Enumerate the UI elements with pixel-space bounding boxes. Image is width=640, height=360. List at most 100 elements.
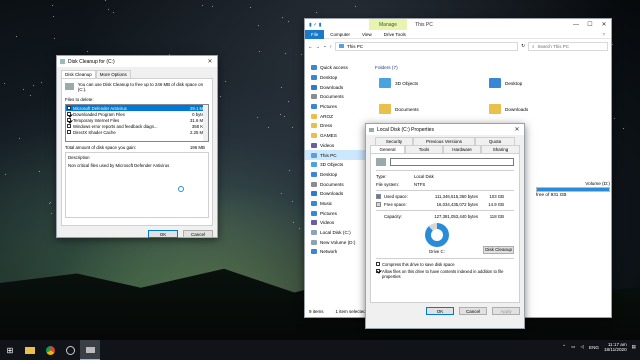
tab-tools[interactable]: Tools [405, 145, 443, 153]
search-input[interactable]: ⌕ Search This PC [528, 41, 608, 51]
tab-general[interactable]: General [370, 145, 405, 153]
cleanup-intro: You can use Disk Cleanup to free up to 2… [77, 82, 204, 92]
tab-disk-cleanup[interactable]: Disk Cleanup [61, 70, 96, 78]
nav-item[interactable]: Downloads [305, 189, 368, 199]
nav-item[interactable]: Documents [305, 179, 368, 189]
address-bar[interactable]: This PC [335, 41, 519, 51]
forward-icon[interactable]: → [316, 44, 321, 49]
list-item[interactable]: Windows error reports and feedback diagn… [66, 123, 208, 129]
list-item[interactable]: Temporary Internet Files 31.6 MB [66, 117, 208, 123]
apply-button[interactable]: Apply [492, 307, 520, 315]
drive-d-tile[interactable]: Volume (D:) free of 931 GB [536, 181, 610, 197]
nav-item[interactable]: Documents [305, 92, 368, 102]
nav-item-icon [311, 171, 317, 177]
cancel-button[interactable]: Cancel [459, 307, 487, 315]
used-bytes: 111,346,615,360 bytes [434, 194, 478, 200]
navigation-pane: Quick access Desktop Downloads Documents Pic… [305, 63, 368, 305]
ok-button[interactable]: OK [426, 307, 454, 315]
files-list[interactable]: Microsoft Defender Antivirus 29.1 MB Downl… [65, 104, 209, 142]
nav-item[interactable]: GAMES [305, 131, 368, 141]
nav-item[interactable]: Dress [305, 121, 368, 131]
maximize-icon[interactable]: ☐ [583, 19, 597, 30]
item-checkbox[interactable] [67, 106, 71, 110]
ribbon-drive-tools[interactable]: Drive Tools [378, 32, 412, 37]
star [107, 8, 109, 10]
compress-checkbox[interactable] [376, 262, 380, 266]
close-icon[interactable]: ✕ [203, 56, 217, 67]
nav-item[interactable]: Desktop [305, 73, 368, 83]
tab-previous-versions[interactable]: Previous Versions [413, 137, 475, 145]
disk-cleanup-taskbar-icon[interactable] [80, 340, 100, 360]
tab-security[interactable]: Security [375, 137, 413, 145]
notifications-icon[interactable]: ▤ [632, 344, 636, 350]
star [354, 5, 356, 7]
tab-more-options[interactable]: More Options [95, 70, 131, 78]
folder-downloads[interactable]: Downloads [489, 104, 528, 114]
up-icon[interactable]: ↑ [330, 44, 332, 49]
nav-item[interactable]: Downloads [305, 82, 368, 92]
nav-item-icon [311, 133, 317, 139]
nav-item[interactable]: Music [305, 199, 368, 209]
ribbon-view[interactable]: View [356, 32, 378, 37]
clock[interactable]: 11:17 am 18/11/2020 [604, 342, 627, 352]
nav-item[interactable]: Videos [305, 141, 368, 151]
chevron-up-icon[interactable]: ⌃ [562, 344, 566, 350]
item-checkbox[interactable] [67, 112, 71, 116]
language-indicator[interactable]: ENG [589, 345, 599, 350]
manage-tab[interactable]: Manage [369, 19, 408, 30]
ribbon-file[interactable]: File [305, 29, 325, 39]
cancel-button[interactable]: Cancel [183, 230, 213, 238]
nav-item[interactable]: New Volume (D:) [305, 237, 368, 247]
folder-desktop[interactable]: Desktop [489, 78, 522, 88]
address-row: ← → ⌄ ↑ This PC ↻ ⌕ Search This PC [305, 39, 611, 53]
tab-quota[interactable]: Quota [475, 137, 515, 145]
minimize-icon[interactable]: — [569, 19, 583, 30]
nav-item[interactable]: Videos [305, 218, 368, 228]
start-windows-icon[interactable]: ⊞ [0, 340, 20, 360]
folder-documents[interactable]: Documents [379, 104, 419, 114]
nav-item[interactable]: Local Disk (C:) [305, 228, 368, 238]
item-checkbox[interactable] [67, 124, 71, 128]
explorer-quick-icons[interactable]: ▮ ✓ ▮ [309, 22, 329, 28]
nav-item[interactable]: 3D Objects [305, 160, 368, 170]
close-icon[interactable]: ✕ [510, 124, 524, 135]
drive-d-free: free of 931 GB [536, 192, 567, 197]
nav-item[interactable]: Network [305, 247, 368, 257]
ok-button[interactable]: OK [148, 230, 178, 238]
disk-cleanup-button[interactable]: Disk Cleanup [483, 245, 514, 254]
nav-item[interactable]: Quick access [305, 63, 368, 73]
chrome-icon[interactable] [40, 340, 60, 360]
close-icon[interactable]: ✕ [597, 19, 611, 30]
folder-3d-objects[interactable]: 3D Objects [379, 78, 418, 88]
item-checkbox[interactable] [67, 130, 71, 134]
network-icon[interactable]: ▭ [571, 344, 575, 350]
index-checkbox[interactable] [376, 268, 380, 273]
help-icon[interactable]: ? [596, 32, 611, 37]
item-checkbox[interactable] [67, 118, 71, 122]
folders-group-header[interactable]: Folders (7) [371, 63, 611, 72]
tab-hardware[interactable]: Hardware [443, 145, 481, 153]
nav-item[interactable]: Pictures [305, 102, 368, 112]
recent-icon[interactable]: ⌄ [323, 43, 327, 49]
nav-item-icon [311, 113, 317, 119]
cleanup-titlebar[interactable]: Disk Cleanup for (C:) ✕ [57, 56, 217, 67]
ribbon-computer[interactable]: Computer [324, 32, 356, 37]
star [283, 116, 285, 118]
list-item[interactable]: Downloaded Program Files 0 bytes [66, 111, 208, 117]
list-item[interactable]: DirectX Shader Cache 2.25 MB [66, 129, 208, 135]
list-item[interactable]: Microsoft Defender Antivirus 29.1 MB [66, 105, 208, 111]
props-titlebar[interactable]: Local Disk (C:) Properties ✕ [366, 124, 524, 135]
volume-icon[interactable]: ◁ [580, 344, 584, 350]
list-scrollbar[interactable] [203, 105, 208, 141]
refresh-icon[interactable]: ↻ [521, 43, 525, 49]
clock-app-icon[interactable] [60, 340, 80, 360]
file-explorer-icon[interactable] [20, 340, 40, 360]
drive-name-input[interactable] [390, 158, 514, 166]
nav-item[interactable]: AROZ [305, 111, 368, 121]
nav-item[interactable]: Pictures [305, 208, 368, 218]
nav-item[interactable]: This PC [305, 150, 368, 160]
nav-item[interactable]: Desktop [305, 170, 368, 180]
explorer-titlebar[interactable]: ▮ ✓ ▮ Manage This PC — ☐ ✕ [305, 19, 611, 30]
tab-sharing[interactable]: Sharing [481, 145, 520, 153]
back-icon[interactable]: ← [308, 44, 313, 49]
